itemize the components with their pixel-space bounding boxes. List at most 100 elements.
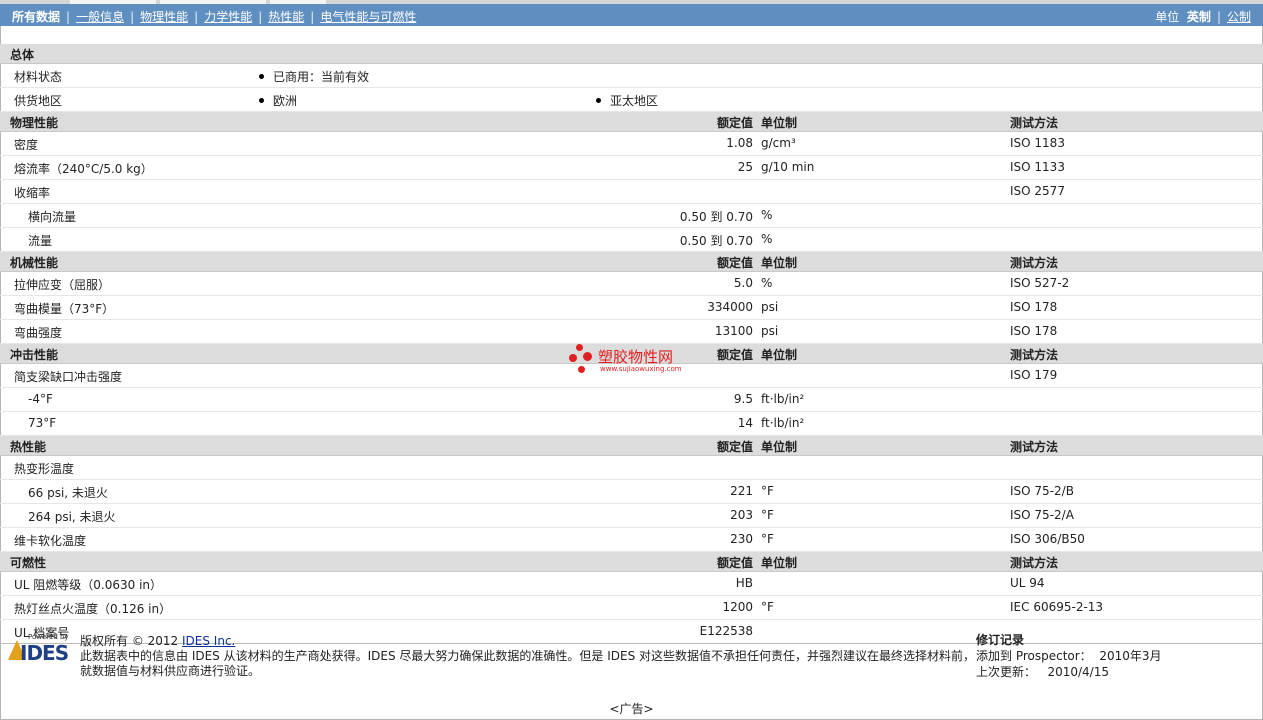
table-row: 材料状态 已商用：当前有效 (0, 64, 1263, 88)
property-name: 简支梁缺口冲击强度 (14, 370, 123, 384)
test-method: ISO 2577 (1010, 184, 1065, 198)
footer: Powered by IDES 版权所有 © 2012 IDES Inc. 此数… (0, 622, 1263, 682)
property-name: 73°F (28, 416, 57, 430)
property-unit: % (761, 208, 773, 222)
copyright-block: 版权所有 © 2012 IDES Inc. 此数据表中的信息由 IDES 从该材… (80, 634, 975, 679)
ad-placeholder[interactable]: <广告> (0, 700, 1263, 717)
property-value: 1.08 (726, 136, 753, 150)
unit-english[interactable]: 英制 (1187, 10, 1211, 24)
property-name: -4°F (28, 392, 53, 406)
section-header-mechanical: 机械性能 额定值 单位制 测试方法 (0, 252, 1263, 272)
column-header-test: 测试方法 (1010, 348, 1059, 362)
property-value: 334000 (707, 300, 753, 314)
section-title: 机械性能 (10, 256, 59, 270)
bullet-icon (259, 74, 264, 79)
column-header-test: 测试方法 (1010, 256, 1059, 270)
property-name: 264 psi, 未退火 (28, 510, 116, 524)
unit-metric-link[interactable]: 公制 (1227, 10, 1251, 24)
property-name: 密度 (14, 138, 39, 152)
disclaimer-line: 就数据值与材料供应商进行验证。 (80, 664, 261, 678)
property-unit: °F (761, 508, 774, 522)
region-value: 亚太地区 (610, 94, 659, 108)
table-row: 热变形温度 (0, 456, 1263, 480)
property-value: HB (735, 576, 753, 590)
property-value: 230 (730, 532, 753, 546)
bullet-icon (596, 98, 601, 103)
status-value: 已商用：当前有效 (273, 70, 370, 84)
table-row: 73°F 14 ft·lb/in² (0, 412, 1263, 436)
watermark-dot-icon (578, 366, 585, 373)
revision-history: 修订记录 添加到 Prospector： 2010年3月 上次更新： 2010/… (976, 632, 1162, 680)
table-row: 弯曲强度 13100 psi ISO 178 (0, 320, 1263, 344)
nav-general-info[interactable]: 一般信息 (76, 10, 124, 24)
property-unit: psi (761, 300, 779, 314)
property-value: 0.50 到 0.70 (679, 234, 753, 248)
column-header-unit: 单位制 (761, 440, 798, 454)
property-name: 横向流量 (28, 210, 77, 224)
section-header-physical: 物理性能 额定值 单位制 测试方法 (0, 112, 1263, 132)
column-header-test: 测试方法 (1010, 440, 1059, 454)
units-label: 单位 (1155, 10, 1180, 24)
property-name: UL 阻燃等级（0.0630 in） (14, 578, 163, 592)
property-unit: °F (761, 532, 774, 546)
property-unit: % (761, 232, 773, 246)
table-row: 66 psi, 未退火 221 °F ISO 75-2/B (0, 480, 1263, 504)
row-label: 供货地区 (14, 94, 63, 108)
table-row: 熔流率（240°C/5.0 kg） 25 g/10 min ISO 1133 (0, 156, 1263, 180)
test-method: ISO 75-2/A (1010, 508, 1074, 522)
test-method: IEC 60695-2-13 (1010, 600, 1104, 614)
nav-all-data[interactable]: 所有数据 (12, 10, 60, 24)
table-row: 密度 1.08 g/cm³ ISO 1183 (0, 132, 1263, 156)
column-header-nominal: 额定值 (716, 116, 753, 130)
property-name: 拉伸应变（屈服） (14, 278, 111, 292)
property-value: 203 (730, 508, 753, 522)
property-value: 0.50 到 0.70 (679, 210, 753, 224)
table-row: 264 psi, 未退火 203 °F ISO 75-2/A (0, 504, 1263, 528)
nav-electrical-flammability[interactable]: 电气性能与可燃性 (320, 10, 416, 24)
property-value: 9.5 (733, 392, 753, 406)
property-name: 热变形温度 (14, 462, 75, 476)
section-header-flammability: 可燃性 额定值 单位制 测试方法 (0, 552, 1263, 572)
property-unit: °F (761, 600, 774, 614)
bullet-icon (259, 98, 264, 103)
property-value: 5.0 (733, 276, 753, 290)
updated-label: 上次更新： (976, 665, 1037, 679)
nav-thermal[interactable]: 热性能 (268, 10, 304, 24)
logo-text: IDES (20, 641, 69, 665)
property-value: 14 (737, 416, 753, 430)
test-method: ISO 527-2 (1010, 276, 1070, 290)
table-row: 弯曲模量（73°F） 334000 psi ISO 178 (0, 296, 1263, 320)
region-value: 欧洲 (273, 94, 298, 108)
column-header-nominal: 额定值 (716, 440, 753, 454)
property-value: 221 (730, 484, 753, 498)
column-header-unit: 单位制 (761, 556, 798, 570)
test-method: UL 94 (1010, 576, 1045, 590)
property-value: 1200 (722, 600, 753, 614)
table-row: 供货地区 欧洲 亚太地区 (0, 88, 1263, 112)
section-title: 物理性能 (10, 116, 59, 130)
property-unit: °F (761, 484, 774, 498)
watermark-url: www.sujiaowuxing.com (600, 365, 682, 373)
table-row: 拉伸应变（屈服） 5.0 % ISO 527-2 (0, 272, 1263, 296)
watermark-title: 塑胶物性网 (598, 348, 674, 366)
powered-by-label: Powered by (28, 633, 69, 641)
test-method: ISO 1133 (1010, 160, 1065, 174)
table-row: UL 阻燃等级（0.0630 in） HB UL 94 (0, 572, 1263, 596)
watermark-dot-icon (576, 344, 583, 351)
nav-physical[interactable]: 物理性能 (140, 10, 188, 24)
table-row: 横向流量 0.50 到 0.70 % (0, 204, 1263, 228)
test-method: ISO 178 (1010, 300, 1058, 314)
added-value: 2010年3月 (1099, 649, 1162, 663)
watermark: 塑胶物性网 www.sujiaowuxing.com (566, 344, 706, 380)
updated-value: 2010/4/15 (1047, 665, 1109, 679)
property-name: 弯曲模量（73°F） (14, 302, 115, 316)
column-header-unit: 单位制 (761, 116, 798, 130)
column-header-nominal: 额定值 (716, 256, 753, 270)
test-method: ISO 179 (1010, 368, 1058, 382)
nav-mechanical[interactable]: 力学性能 (204, 10, 252, 24)
ides-link[interactable]: IDES Inc. (182, 634, 235, 648)
table-row: 收缩率 ISO 2577 (0, 180, 1263, 204)
property-name: 弯曲强度 (14, 326, 63, 340)
property-value: 13100 (714, 324, 753, 338)
watermark-dot-icon (583, 352, 592, 361)
